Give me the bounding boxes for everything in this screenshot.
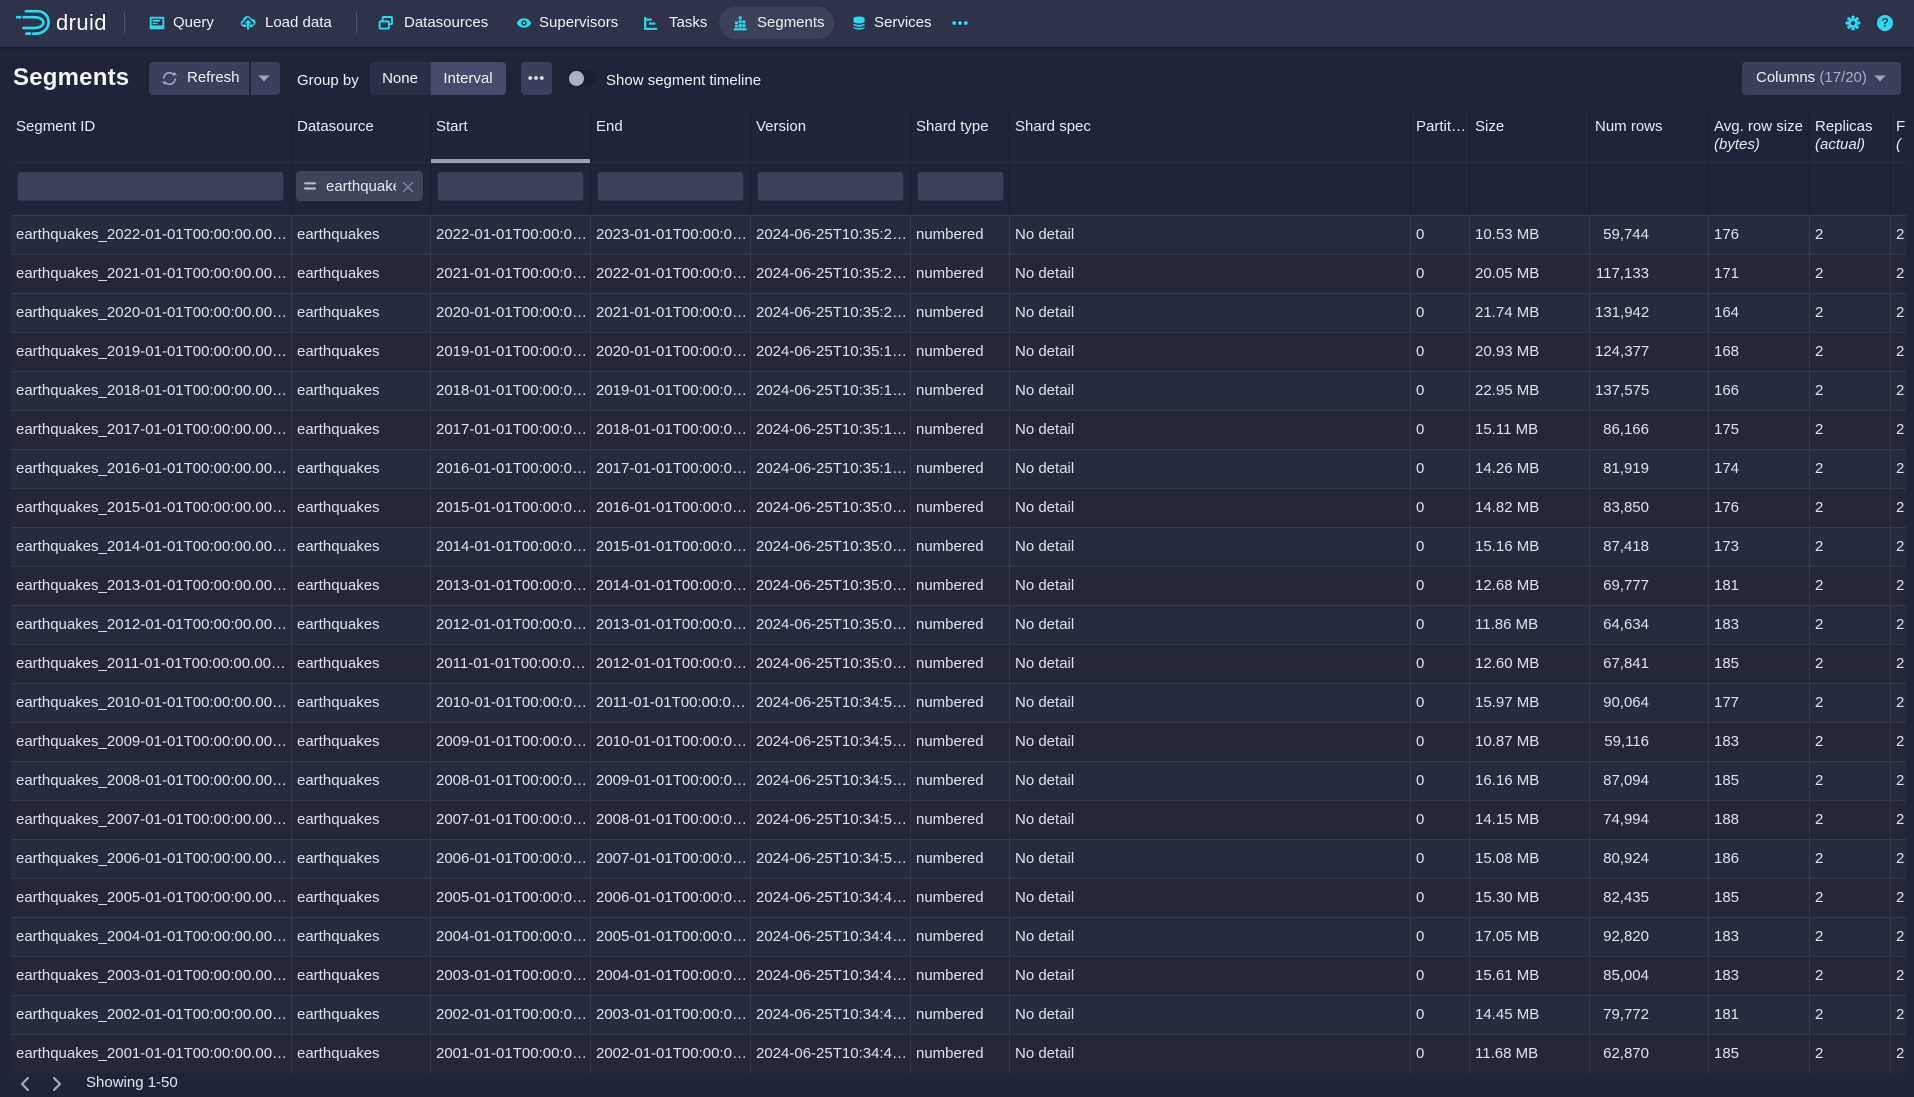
svg-text:?: ? — [1881, 16, 1888, 30]
